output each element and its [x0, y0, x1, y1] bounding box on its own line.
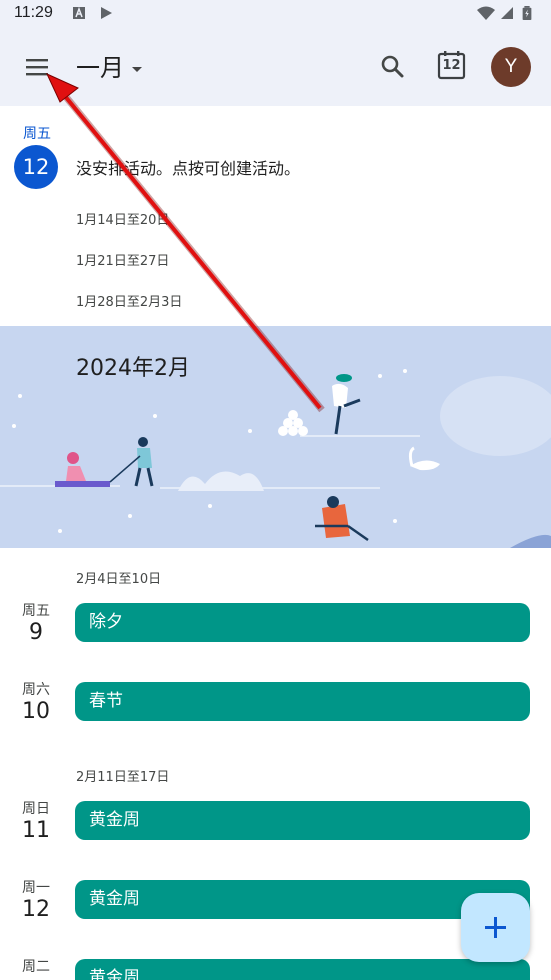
event-chip[interactable]: 黄金周	[75, 959, 530, 980]
day-of-week: 周一	[22, 880, 50, 896]
today-day-of-week: 周五	[23, 126, 51, 142]
search-button[interactable]	[376, 50, 410, 84]
week-range-label: 1月21日至27日	[76, 254, 170, 269]
day-date[interactable]: 12	[22, 897, 50, 922]
event-chip[interactable]: 春节	[75, 682, 530, 721]
day-of-week: 周二	[22, 959, 50, 975]
day-of-week: 周五	[22, 603, 50, 619]
event-chip[interactable]: 除夕	[75, 603, 530, 642]
week-range-label: 1月28日至2月3日	[76, 295, 183, 310]
week-range-label: 2月11日至17日	[76, 770, 170, 785]
create-event-button[interactable]	[461, 893, 530, 962]
search-icon	[381, 55, 404, 78]
app-bar: 一月 12 Y	[0, 28, 551, 106]
week-range-label: 1月14日至20日	[76, 213, 170, 228]
event-chip[interactable]: 黄金周	[75, 801, 530, 840]
day-date[interactable]: 11	[22, 818, 50, 843]
menu-button[interactable]	[16, 48, 56, 88]
menu-icon	[26, 59, 48, 76]
today-button[interactable]: 12	[436, 49, 470, 83]
today-button-date: 12	[442, 58, 461, 73]
banner-month-title: 2024年2月	[76, 356, 190, 381]
today-date-circle[interactable]: 12	[14, 145, 58, 189]
wifi-icon	[477, 6, 495, 20]
status-bar: 11:29	[0, 0, 551, 28]
day-date[interactable]: 10	[22, 699, 50, 724]
week-range-label: 2月4日至10日	[76, 572, 162, 587]
month-selector[interactable]: 一月	[76, 48, 142, 83]
caret-down-icon	[132, 66, 142, 72]
signal-icon	[501, 7, 513, 19]
no-events-message[interactable]: 没安排活动。点按可创建活动。	[76, 155, 300, 179]
day-date[interactable]: 9	[22, 620, 50, 645]
day-of-week: 周六	[22, 682, 50, 698]
font-icon	[73, 6, 85, 19]
battery-icon	[522, 6, 532, 20]
month-banner: 2024年2月	[0, 326, 551, 548]
status-time: 11:29	[14, 4, 53, 21]
play-store-icon	[101, 7, 112, 19]
day-of-week: 周日	[22, 801, 50, 817]
account-avatar[interactable]: Y	[491, 47, 531, 87]
month-label: 一月	[76, 54, 124, 82]
plus-icon-bar	[485, 926, 506, 929]
